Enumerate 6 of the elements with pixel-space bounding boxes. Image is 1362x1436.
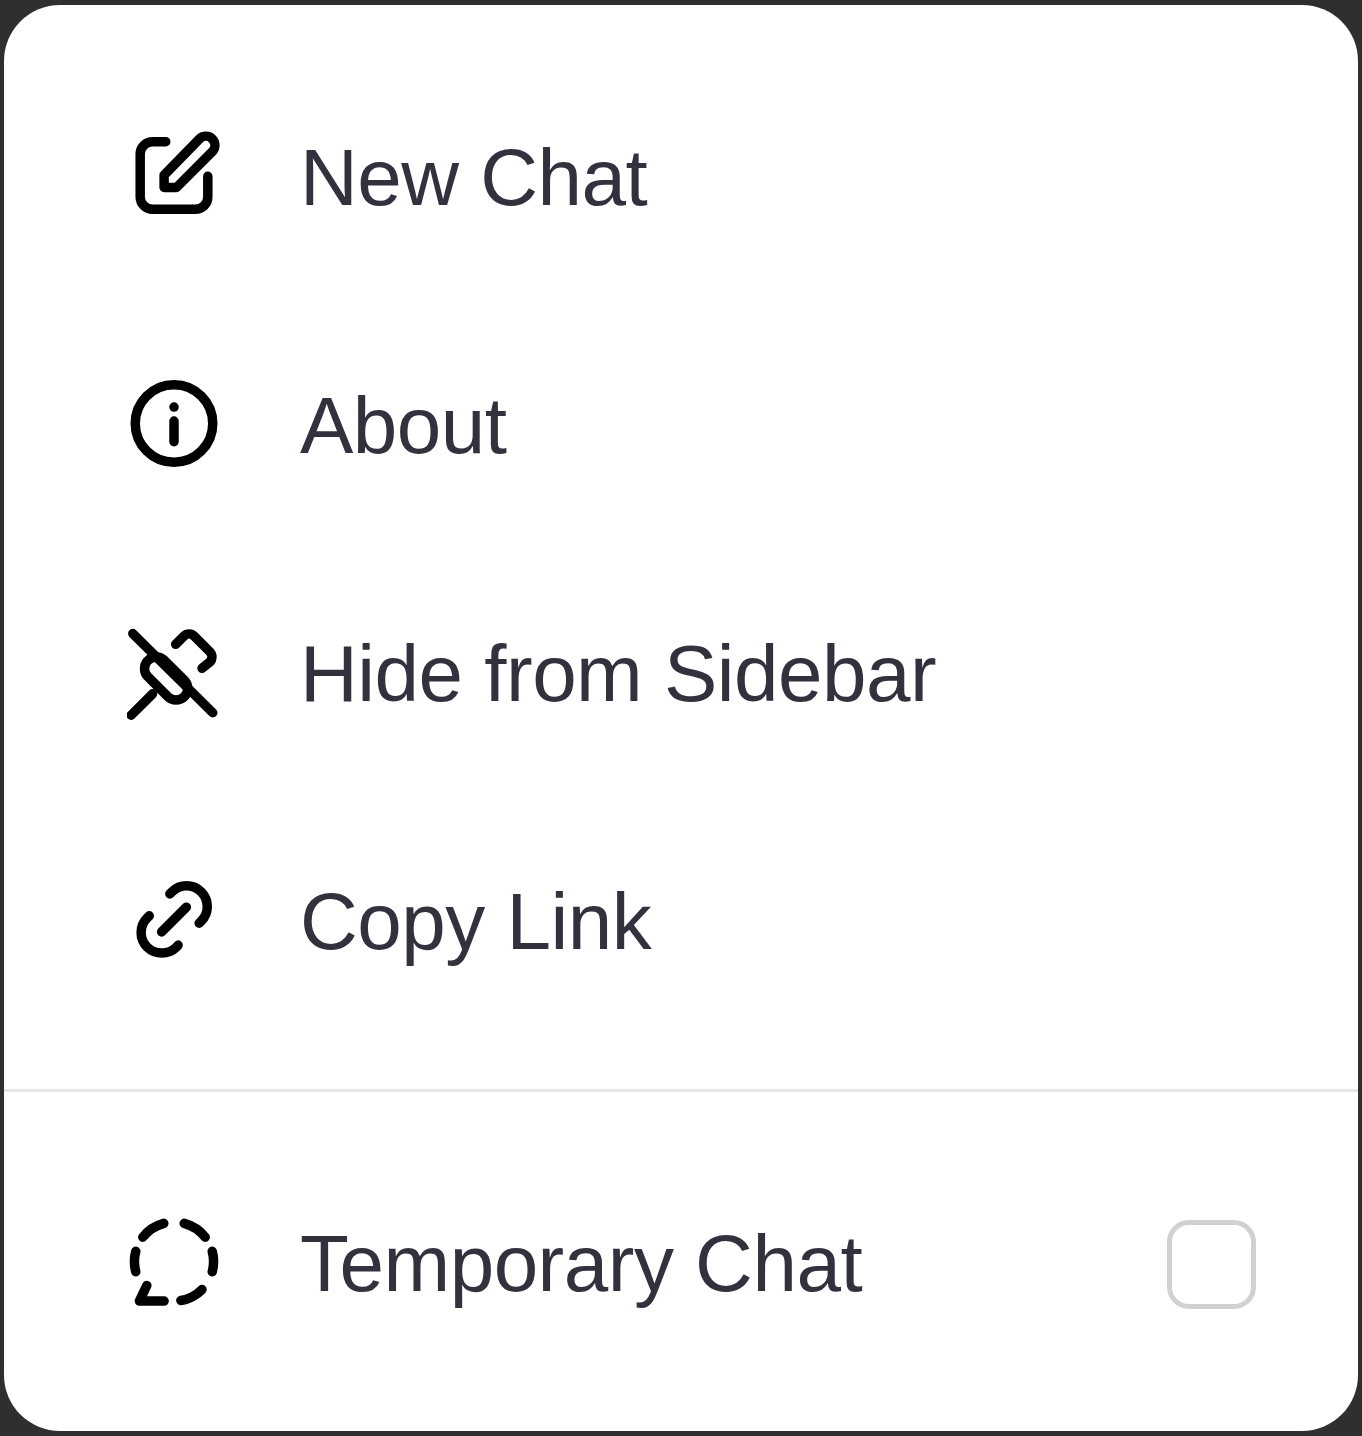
menu-item[interactable]: About [4, 302, 1358, 550]
checkbox[interactable] [1167, 1219, 1256, 1309]
menu-item[interactable]: New Chat [4, 54, 1358, 302]
menu-item[interactable]: Temporary Chat [4, 1140, 1358, 1388]
menu-item[interactable]: Hide from Sidebar [4, 550, 1358, 798]
menu-item[interactable]: Copy Link [4, 798, 1358, 1046]
